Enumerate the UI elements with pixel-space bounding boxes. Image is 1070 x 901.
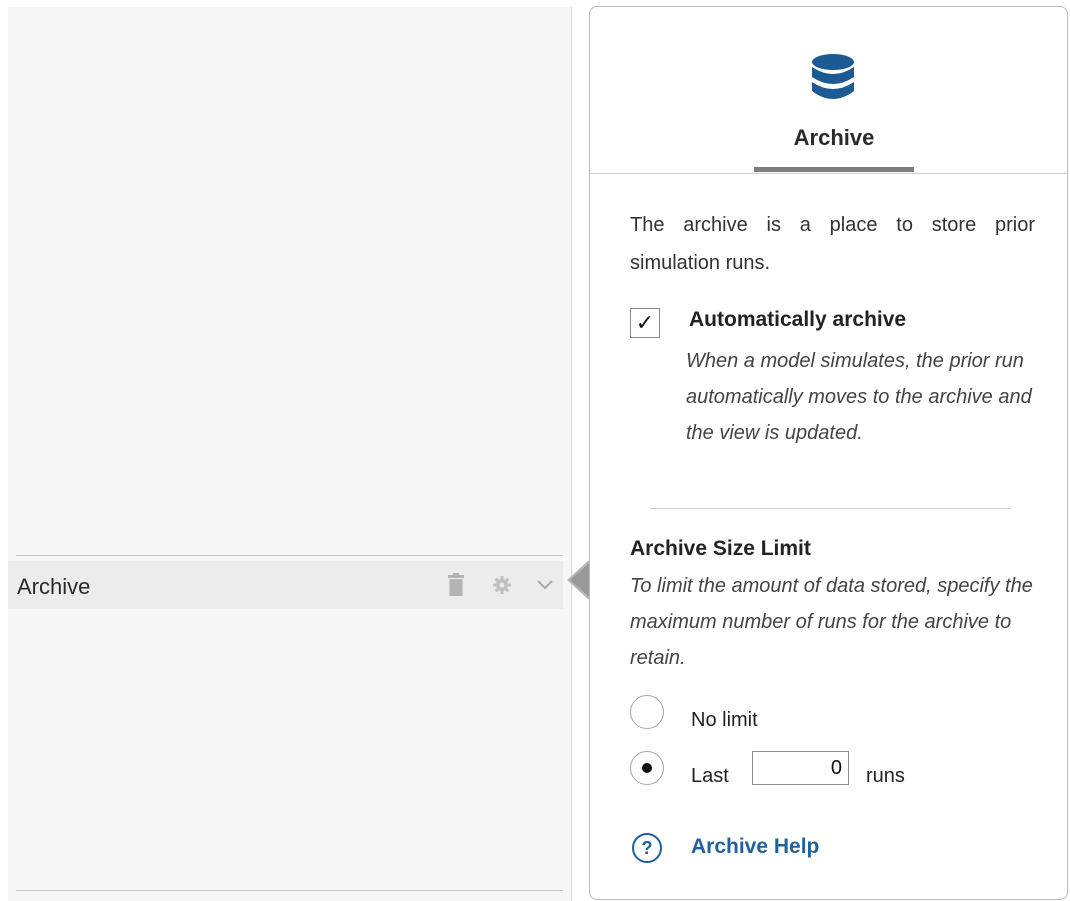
chevron-down-icon[interactable] xyxy=(535,561,555,609)
size-limit-description: To limit the amount of data stored, spec… xyxy=(630,575,1033,669)
tab-active-indicator xyxy=(754,167,914,172)
auto-archive-title: Automatically archive xyxy=(689,308,907,331)
section-divider xyxy=(650,508,1010,509)
divider xyxy=(16,890,563,891)
size-limit-title: Archive Size Limit xyxy=(630,537,811,560)
tab-label: Archive xyxy=(793,125,875,150)
auto-archive-description: When a model simulates, the prior run au… xyxy=(686,350,1032,444)
runs-count-input[interactable] xyxy=(752,751,849,785)
intro-text: The archive is a place to store prior si… xyxy=(630,214,1035,274)
last-runs-radio[interactable] xyxy=(630,751,664,785)
gear-icon[interactable] xyxy=(491,561,513,609)
archive-help-label: Archive Help xyxy=(691,835,820,858)
database-icon xyxy=(812,54,854,99)
archive-row-label: Archive xyxy=(17,574,91,599)
auto-archive-checkbox[interactable]: ✓ xyxy=(630,308,660,338)
no-limit-label: No limit xyxy=(691,709,758,731)
archive-row[interactable]: Archive xyxy=(8,561,563,609)
last-label: Last xyxy=(691,765,729,787)
popover-pointer-fill xyxy=(570,562,590,598)
question-circle-icon: ? xyxy=(632,833,662,863)
archive-popover: Archive The archive is a place to store … xyxy=(589,6,1068,900)
checkmark-icon: ✓ xyxy=(635,310,655,335)
no-limit-radio[interactable] xyxy=(630,695,664,729)
trash-icon[interactable] xyxy=(445,561,467,609)
runs-label: runs xyxy=(866,765,905,787)
tab-archive[interactable]: Archive xyxy=(754,7,914,173)
radio-selected-dot xyxy=(642,763,652,773)
tab-strip: Archive xyxy=(590,7,1067,174)
left-panel xyxy=(8,7,572,901)
divider xyxy=(16,555,563,556)
